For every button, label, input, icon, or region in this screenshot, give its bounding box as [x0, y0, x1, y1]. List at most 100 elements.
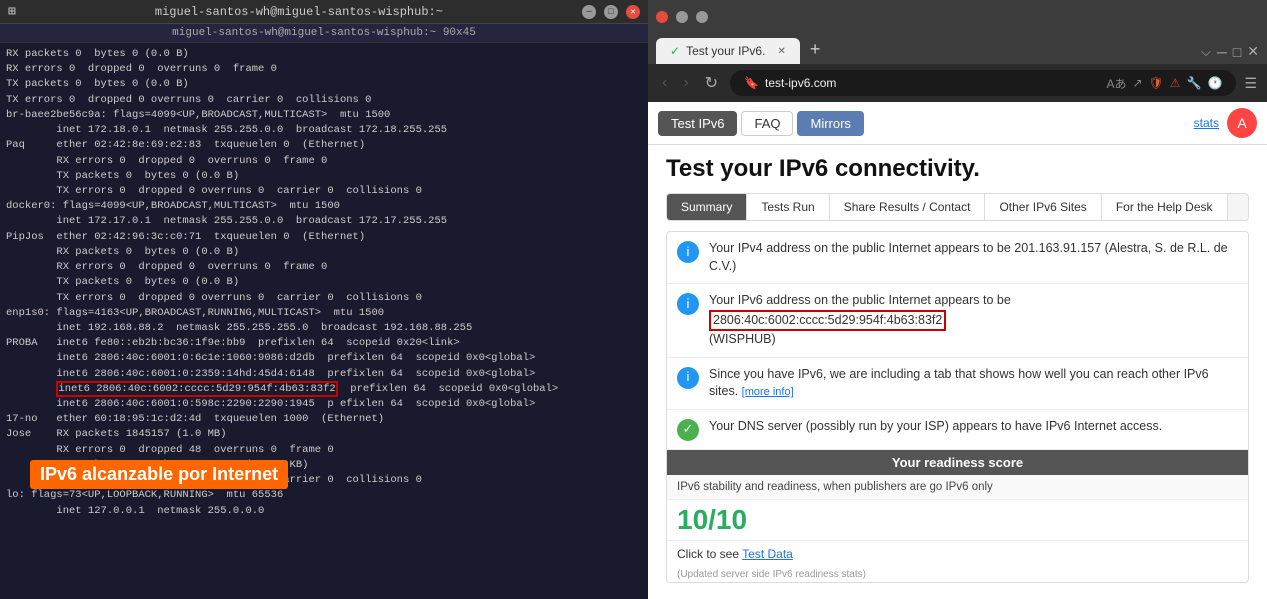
- tab-title: Test your IPv6.: [686, 44, 765, 58]
- terminal-line: RX errors 0 dropped 0 overruns 0 frame 0: [6, 62, 642, 77]
- check-icon-1: ✓: [677, 419, 699, 441]
- terminal-line: RX errors 0 dropped 0 overruns 0 frame 0: [6, 260, 642, 275]
- browser-window: ✓ Test your IPv6. ✕ + ⌵ ─ □ ✕ ‹ › ↻ 🔖 te…: [648, 0, 1267, 599]
- tab-favicon: ✓: [670, 44, 680, 58]
- terminal-controls[interactable]: ─ □ ✕: [582, 5, 640, 19]
- terminal-line: TX packets 0 bytes 0 (0.0 B): [6, 169, 642, 184]
- site-navigation: Test IPv6 FAQ Mirrors stats A: [648, 102, 1267, 145]
- minimize-button[interactable]: ─: [582, 5, 596, 19]
- test-data-link[interactable]: Test Data: [742, 547, 793, 561]
- terminal-line: inet 127.0.0.1 netmask 255.0.0.0: [6, 504, 642, 519]
- terminal-line: br-baee2be56c9a: flags=4099<UP,BROADCAST…: [6, 108, 642, 123]
- terminal-line: TX errors 0 dropped 0 overruns 0 carrier…: [6, 291, 642, 306]
- stats-link[interactable]: stats: [1194, 116, 1219, 130]
- terminal-line: TX packets 0 bytes 0 (0.0 B): [6, 77, 642, 92]
- more-info-link[interactable]: [more info]: [742, 386, 794, 398]
- terminal-line: inet6 2806:40c:6002:cccc:5d29:954f:4b63:…: [6, 382, 642, 397]
- tab-help-desk[interactable]: For the Help Desk: [1102, 194, 1228, 220]
- terminal-line: inet6 2806:40c:6001:0:598c:2290:2290:194…: [6, 397, 642, 412]
- nav-mirrors[interactable]: Mirrors: [797, 111, 863, 136]
- result-row-ipv6-sites: i Since you have IPv6, we are including …: [667, 358, 1248, 410]
- url-text: test-ipv6.com: [765, 76, 1100, 90]
- ipv6-address-box: 2806:40c:6002:cccc:5d29:954f:4b63:83f2: [709, 310, 946, 332]
- terminal-line: 17-no ether 60:18:95:1c:d2:4d txqueuelen…: [6, 412, 642, 427]
- tab-other-sites[interactable]: Other IPv6 Sites: [985, 194, 1101, 220]
- close-button[interactable]: ✕: [626, 5, 640, 19]
- tab-tests-run[interactable]: Tests Run: [747, 194, 829, 220]
- browser-tab-bar: ✓ Test your IPv6. ✕ + ⌵ ─ □ ✕: [648, 34, 1267, 64]
- bookmark-icon: 🔖: [744, 76, 759, 90]
- terminal-content: RX packets 0 bytes 0 (0.0 B)RX errors 0 …: [0, 43, 648, 588]
- new-tab-button[interactable]: +: [802, 39, 829, 64]
- page-tabs-row: Summary Tests Run Share Results / Contac…: [666, 193, 1249, 221]
- terminal-window: ⊞ miguel-santos-wh@miguel-santos-wisphub…: [0, 0, 648, 599]
- window-close-icon[interactable]: ✕: [1247, 43, 1259, 60]
- terminal-line: enp1s0: flags=4163<UP,BROADCAST,RUNNING,…: [6, 306, 642, 321]
- tab-share[interactable]: Share Results / Contact: [830, 194, 986, 220]
- extensions-icon[interactable]: 🔧: [1187, 76, 1202, 90]
- security-icon[interactable]: ⚠: [1170, 76, 1181, 90]
- menu-icon[interactable]: ☰: [1244, 75, 1257, 92]
- brave-shield-icon[interactable]: 🛡: [1149, 76, 1164, 90]
- reload-button[interactable]: ↻: [701, 71, 722, 95]
- tab-list-icon[interactable]: ⌵: [1201, 44, 1211, 60]
- tab-bar-controls: ⌵ ─ □ ✕: [1201, 43, 1259, 64]
- terminal-icon: ⊞: [8, 4, 16, 19]
- page-title: Test your IPv6 connectivity.: [666, 155, 1249, 183]
- active-tab[interactable]: ✓ Test your IPv6. ✕: [656, 38, 800, 64]
- updated-note: (Updated server side IPv6 readiness stat…: [667, 567, 1248, 582]
- readiness-bar: Your readiness score: [667, 450, 1248, 475]
- terminal-titlebar: ⊞ miguel-santos-wh@miguel-santos-wisphub…: [0, 0, 648, 24]
- forward-button[interactable]: ›: [679, 72, 692, 94]
- translate-icon-symbol: A: [1237, 115, 1246, 131]
- window-max-icon[interactable]: □: [1233, 44, 1241, 60]
- history-icon[interactable]: 🕐: [1207, 76, 1222, 90]
- terminal-line: inet6 2806:40c:6001:0:6c1e:1060:9086:d2d…: [6, 351, 642, 366]
- share-icon[interactable]: ↗: [1132, 76, 1142, 90]
- url-field[interactable]: 🔖 test-ipv6.com Aあ ↗ 🛡 ⚠ 🔧 🕐: [730, 70, 1236, 96]
- terminal-line: lo: flags=73<UP,LOOPBACK,RUNNING> mtu 65…: [6, 488, 642, 503]
- terminal-line: PipJos ether 02:42:96:3c:c0:71 txqueuele…: [6, 230, 642, 245]
- terminal-line: inet6 2806:40c:6001:0:2359:14hd:45d4:614…: [6, 367, 642, 382]
- terminal-line: TX errors 0 dropped 0 overruns 0 carrier…: [6, 184, 642, 199]
- terminal-line: RX errors 0 dropped 0 overruns 0 frame 0: [6, 154, 642, 169]
- translate-icon[interactable]: Aあ: [1106, 75, 1126, 92]
- url-toolbar-icons: Aあ ↗ 🛡 ⚠ 🔧 🕐: [1106, 75, 1222, 92]
- result-text-ipv6-sites: Since you have IPv6, we are including a …: [709, 366, 1238, 401]
- terminal-line: RX errors 0 dropped 48 overruns 0 frame …: [6, 443, 642, 458]
- terminal-title: miguel-santos-wh@miguel-santos-wisphub:~: [16, 5, 582, 19]
- terminal-line: inet 192.168.88.2 netmask 255.255.255.0 …: [6, 321, 642, 336]
- info-icon-3: i: [677, 367, 699, 389]
- nav-test-ipv6[interactable]: Test IPv6: [658, 111, 737, 136]
- browser-min[interactable]: [676, 11, 688, 23]
- results-area: i Your IPv4 address on the public Intern…: [666, 231, 1249, 583]
- browser-max[interactable]: [696, 11, 708, 23]
- maximize-button[interactable]: □: [604, 5, 618, 19]
- highlighted-ipv6: inet6 2806:40c:6002:cccc:5d29:954f:4b63:…: [56, 381, 337, 397]
- terminal-line: TX errors 0 dropped 0 overruns 0 carrier…: [6, 93, 642, 108]
- window-min-icon[interactable]: ─: [1217, 44, 1227, 60]
- terminal-line: Paq ether 02:42:8e:69:e2:83 txqueuelen 0…: [6, 138, 642, 153]
- readiness-score: 10/10: [677, 504, 747, 536]
- result-row-ipv4: i Your IPv4 address on the public Intern…: [667, 232, 1248, 284]
- site-nav-right: stats A: [1194, 108, 1257, 138]
- browser-close[interactable]: [656, 11, 668, 23]
- terminal-line: Jose RX packets 1845157 (1.0 MB): [6, 427, 642, 442]
- terminal-line: TX packets 0 bytes 0 (0.0 B): [6, 275, 642, 290]
- tab-close-button[interactable]: ✕: [777, 46, 785, 57]
- result-row-dns: ✓ Your DNS server (possibly run by your …: [667, 410, 1248, 450]
- terminal-line: RX packets 0 bytes 0 (0.0 B): [6, 47, 642, 62]
- terminal-line: PROBA inet6 fe80::eb2b:bc36:1f9e:bb9 pre…: [6, 336, 642, 351]
- result-text-ipv6: Your IPv6 address on the public Internet…: [709, 292, 1238, 349]
- terminal-line: inet 172.18.0.1 netmask 255.255.0.0 broa…: [6, 123, 642, 138]
- tab-summary[interactable]: Summary: [667, 194, 747, 220]
- translate-button[interactable]: A: [1227, 108, 1257, 138]
- nav-faq[interactable]: FAQ: [741, 111, 793, 136]
- result-row-ipv6: i Your IPv6 address on the public Intern…: [667, 284, 1248, 358]
- back-button[interactable]: ‹: [658, 72, 671, 94]
- terminal-line: RX packets 0 bytes 0 (0.0 B): [6, 245, 642, 260]
- info-icon-2: i: [677, 293, 699, 315]
- address-bar: ‹ › ↻ 🔖 test-ipv6.com Aあ ↗ 🛡 ⚠ 🔧 🕐 ☰: [648, 64, 1267, 102]
- score-row: 10/10: [667, 500, 1248, 540]
- terminal-subtitle: miguel-santos-wh@miguel-santos-wisphub:~…: [0, 24, 648, 43]
